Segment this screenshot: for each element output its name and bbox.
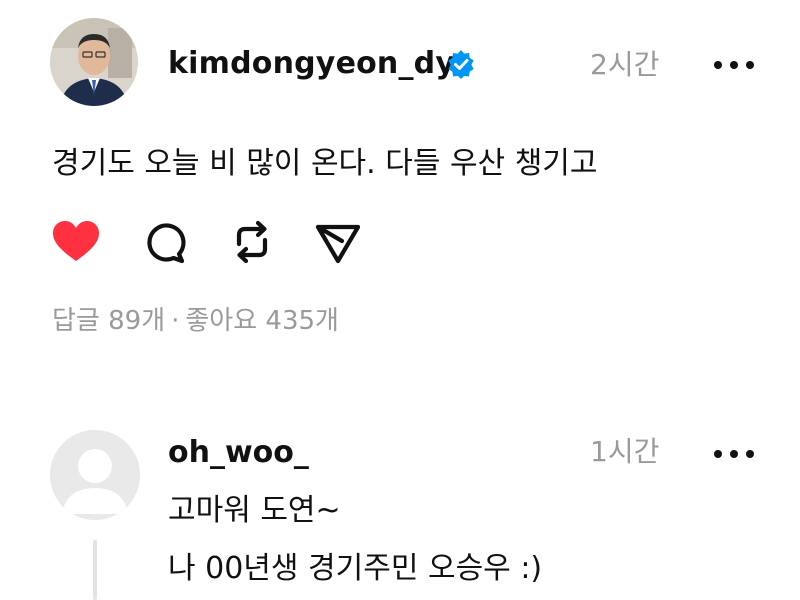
- more-dot: [714, 450, 722, 458]
- reply-text-line: 고마워 도연~: [168, 493, 341, 528]
- author-avatar[interactable]: [50, 18, 138, 106]
- more-icon[interactable]: [714, 448, 754, 460]
- more-dot: [746, 61, 754, 69]
- post-stats: 답글 89개 · 좋아요 435개: [52, 302, 339, 340]
- comment-icon: [147, 223, 186, 264]
- post-timestamp: 2시간: [590, 48, 660, 81]
- reply-author-avatar[interactable]: [50, 430, 140, 520]
- reply-author-username[interactable]: oh_woo_: [168, 433, 309, 473]
- reply-timestamp: 1시간: [590, 435, 660, 468]
- post-text: 경기도 오늘 비 많이 온다. 다들 우산 챙기고: [52, 146, 598, 181]
- more-dot: [730, 450, 738, 458]
- verified-badge-icon: [448, 50, 474, 79]
- thread-post-view: kimdongyeon_dy 2시간 경기도 오늘 비 많이 온다. 다들 우산…: [0, 0, 800, 600]
- thread-line: [93, 540, 97, 600]
- reply-text-line: 나 00년생 경기주민 오승우 :): [168, 551, 543, 586]
- stats-separator: ·: [171, 306, 180, 336]
- default-avatar-icon: [50, 430, 140, 520]
- repost-button[interactable]: [226, 216, 278, 268]
- share-button[interactable]: [312, 216, 364, 268]
- author-avatar-image: [50, 18, 138, 106]
- more-dot: [746, 450, 754, 458]
- more-dot: [714, 61, 722, 69]
- author-username[interactable]: kimdongyeon_dy: [168, 44, 455, 84]
- reply-count-link[interactable]: 답글 89개: [52, 306, 165, 336]
- share-icon: [315, 224, 361, 264]
- repost-icon: [236, 220, 268, 264]
- heart-icon: [53, 221, 99, 261]
- comment-button[interactable]: [138, 216, 190, 268]
- more-dot: [730, 61, 738, 69]
- like-count-link[interactable]: 좋아요 435개: [185, 306, 339, 336]
- like-button[interactable]: [50, 216, 102, 268]
- more-icon[interactable]: [714, 59, 754, 71]
